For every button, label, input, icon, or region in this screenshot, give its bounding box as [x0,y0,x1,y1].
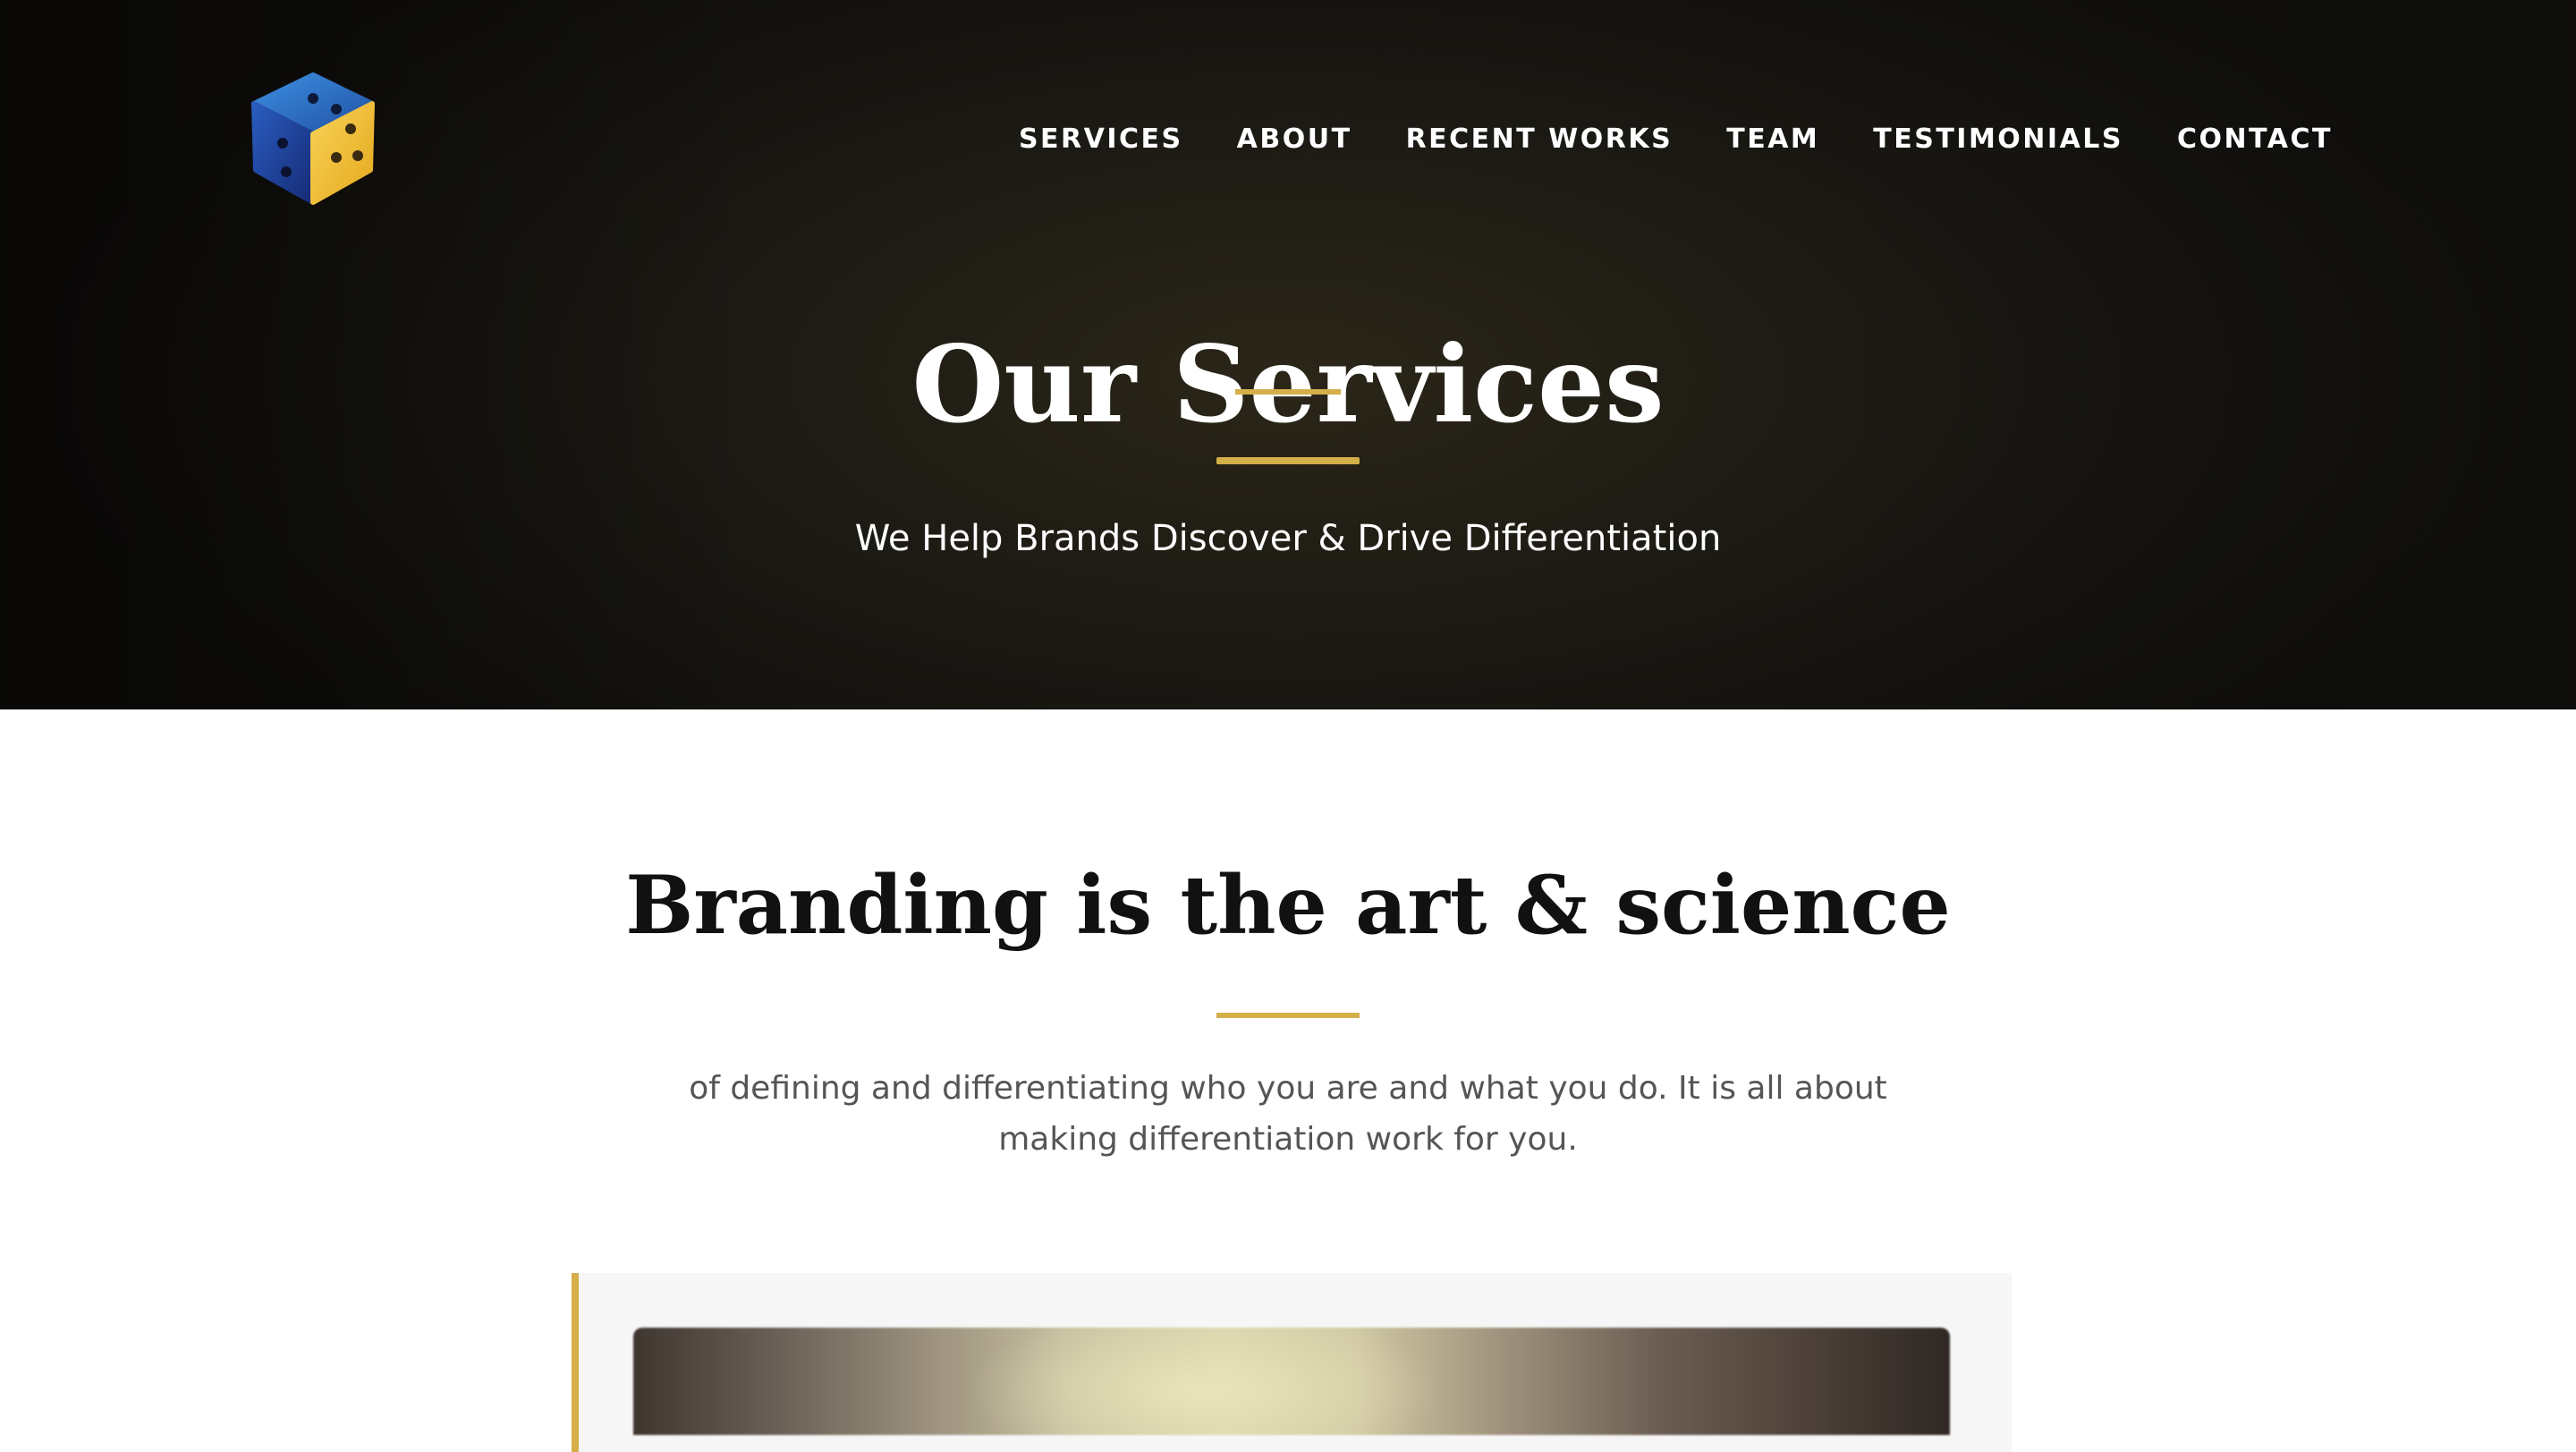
hero-section: SERVICES ABOUT RECENT WORKS TEAM TESTIMO… [0,0,2576,709]
page-title: Our Services [911,322,1665,447]
nav-contact[interactable]: CONTACT [2177,123,2333,155]
nav-testimonials[interactable]: TESTIMONIALS [1873,123,2123,155]
title-underline [1235,389,1341,395]
hero-subtitle: We Help Brands Discover & Drive Differen… [854,518,1722,559]
nav-about[interactable]: ABOUT [1237,123,1352,155]
section-description: of defining and differentiating who you … [689,1070,1887,1158]
cube-logo-icon[interactable] [247,72,379,206]
section-title: Branding is the art & science [625,858,1951,953]
nav-services[interactable]: SERVICES [1019,123,1183,155]
main-nav: SERVICES ABOUT RECENT WORKS TEAM TESTIMO… [965,123,2333,155]
service-card-image [633,1328,1950,1435]
section-divider [1216,1013,1360,1018]
nav-team[interactable]: TEAM [1726,123,1819,155]
nav-recent-works[interactable]: RECENT WORKS [1406,123,1674,155]
title-divider [1216,457,1360,464]
